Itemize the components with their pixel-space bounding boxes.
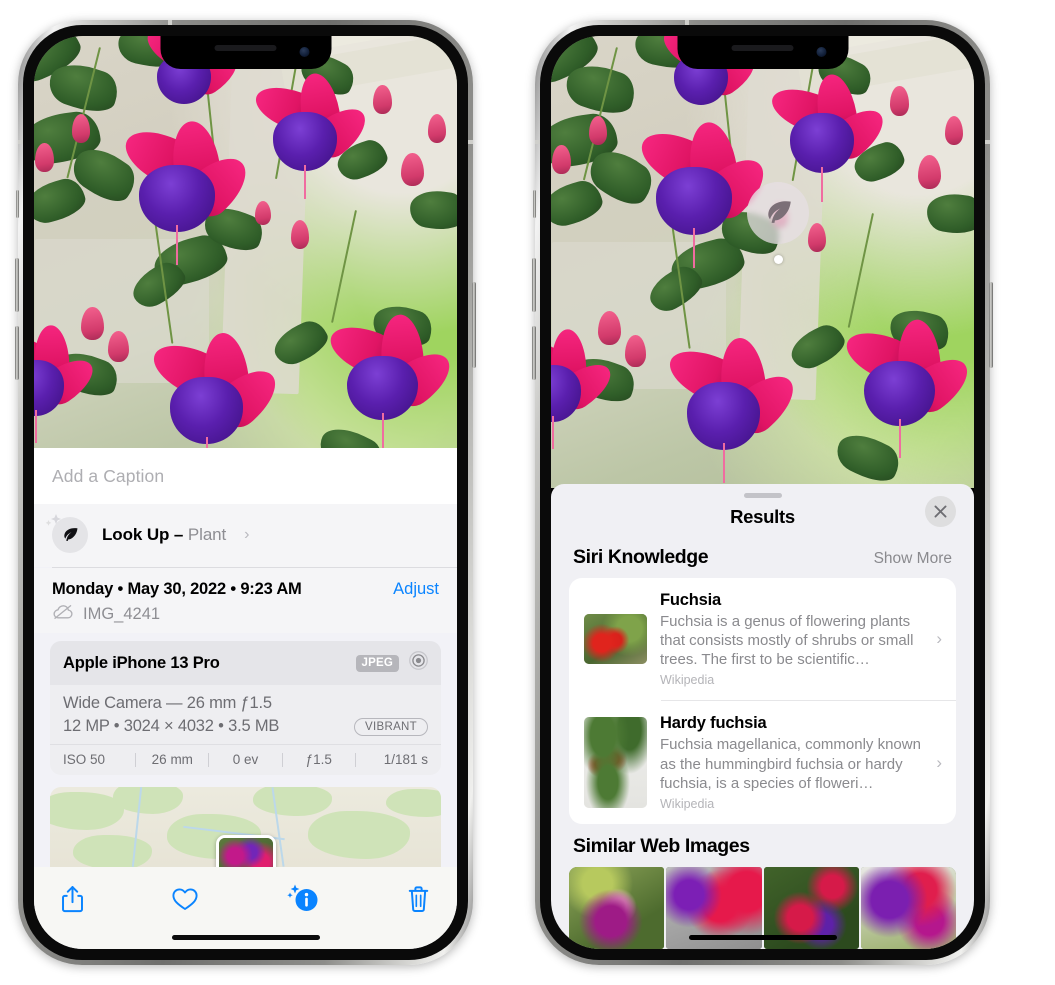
- device-bezel: Results Siri Knowledge Show More Fuchsia…: [540, 25, 985, 960]
- iphone-right-device: Results Siri Knowledge Show More Fuchsia…: [532, 20, 993, 965]
- look-up-row[interactable]: Look Up – Plant ›: [34, 504, 457, 567]
- exif-iso: ISO 50: [63, 752, 106, 767]
- fuchsia-photo: [34, 36, 457, 481]
- antenna-line: [985, 140, 990, 144]
- front-camera-icon: [816, 47, 826, 57]
- device-bezel: Add a Caption Look Up – Plant › Monday •…: [23, 25, 468, 960]
- similar-web-images-title: Similar Web Images: [573, 835, 750, 857]
- earpiece-speaker: [731, 45, 794, 51]
- device-notch: [677, 36, 848, 69]
- photo-viewer[interactable]: [551, 36, 974, 488]
- knowledge-item-hardy-fuchsia[interactable]: Hardy fuchsia Fuchsia magellanica, commo…: [569, 701, 956, 824]
- flower: [116, 118, 258, 265]
- format-badge: JPEG: [355, 654, 399, 672]
- device-screen: Results Siri Knowledge Show More Fuchsia…: [551, 36, 974, 949]
- photo-metadata: Monday • May 30, 2022 • 9:23 AM Adjust I…: [34, 568, 457, 633]
- volume-down-button[interactable]: [15, 326, 19, 380]
- camera-info-card: Apple iPhone 13 Pro JPEG Wide Camera — 2…: [50, 641, 441, 775]
- aperture-icon: [408, 650, 429, 676]
- results-title: Results: [730, 505, 795, 527]
- knowledge-thumbnail: [584, 717, 647, 809]
- photographic-style-badge: VIBRANT: [354, 717, 428, 736]
- heart-icon[interactable]: [171, 886, 199, 912]
- photo-viewer[interactable]: [34, 36, 457, 481]
- photo-filename: IMG_4241: [83, 605, 161, 623]
- knowledge-description: Fuchsia magellanica, commonly known as t…: [660, 736, 921, 792]
- knowledge-thumbnail: [584, 614, 647, 665]
- knowledge-item-fuchsia[interactable]: Fuchsia Fuchsia is a genus of flowering …: [569, 578, 956, 701]
- camera-device-name: Apple iPhone 13 Pro: [63, 653, 220, 672]
- iphone-left-device: Add a Caption Look Up – Plant › Monday •…: [15, 20, 476, 965]
- earpiece-speaker: [214, 45, 277, 51]
- trash-icon[interactable]: [406, 884, 431, 914]
- image-size-info: 12 MP • 3024 × 4032 • 3.5 MB: [63, 717, 280, 735]
- similar-web-images-header: Similar Web Images: [551, 824, 974, 867]
- antenna-line: [685, 20, 689, 25]
- leaf-icon: [768, 201, 791, 223]
- siri-knowledge-card: Fuchsia Fuchsia is a genus of flowering …: [569, 577, 956, 824]
- siri-knowledge-title: Siri Knowledge: [573, 545, 709, 568]
- lookup-anchor-dot: [773, 255, 783, 264]
- similar-image-1[interactable]: [569, 867, 665, 949]
- power-button[interactable]: [472, 282, 476, 368]
- exif-row: ISO 50 26 mm 0 ev ƒ1.5 1/181 s: [50, 744, 441, 775]
- exif-focal: 26 mm: [151, 752, 193, 767]
- look-up-label: Look Up – Plant: [102, 525, 226, 545]
- screenshot-canvas: Add a Caption Look Up – Plant › Monday •…: [0, 0, 1055, 985]
- volume-down-button[interactable]: [532, 326, 536, 380]
- caption-field[interactable]: Add a Caption: [34, 448, 457, 504]
- knowledge-source: Wikipedia: [660, 797, 715, 811]
- sparkles-icon: [43, 512, 65, 539]
- siri-knowledge-header: Siri Knowledge Show More: [551, 540, 974, 578]
- silent-switch[interactable]: [16, 190, 19, 218]
- volume-up-button[interactable]: [15, 258, 19, 312]
- visual-lookup-results-sheet: Results Siri Knowledge Show More Fuchsia…: [551, 483, 974, 949]
- exif-aperture: ƒ1.5: [305, 752, 332, 767]
- device-notch: [160, 36, 331, 69]
- chevron-right-icon: ›: [936, 629, 942, 649]
- show-more-button[interactable]: Show More: [874, 550, 952, 568]
- adjust-button[interactable]: Adjust: [393, 580, 439, 599]
- antenna-line: [168, 20, 172, 25]
- home-indicator[interactable]: [688, 935, 837, 940]
- volume-up-button[interactable]: [532, 258, 536, 312]
- knowledge-description: Fuchsia is a genus of flowering plants t…: [660, 612, 914, 669]
- exif-shutter: 1/181 s: [383, 752, 429, 767]
- antenna-line: [535, 140, 540, 144]
- location-pin-thumbnail: [215, 835, 276, 867]
- chevron-right-icon: ›: [244, 526, 250, 543]
- photo-info-sheet: Add a Caption Look Up – Plant › Monday •…: [34, 448, 457, 949]
- knowledge-source: Wikipedia: [660, 673, 715, 688]
- caption-placeholder: Add a Caption: [52, 466, 165, 486]
- home-indicator[interactable]: [171, 935, 320, 940]
- antenna-line: [468, 140, 473, 144]
- power-button[interactable]: [989, 282, 993, 368]
- location-map[interactable]: [50, 787, 441, 867]
- front-camera-icon: [299, 47, 309, 57]
- cloud-slash-icon: [52, 604, 74, 625]
- look-up-subject: Plant: [187, 525, 227, 544]
- exif-ev: 0 ev: [232, 752, 259, 767]
- knowledge-title: Fuchsia: [660, 590, 721, 609]
- visual-lookup-badge[interactable]: [747, 182, 809, 264]
- close-icon[interactable]: [925, 495, 956, 527]
- chevron-right-icon: ›: [936, 752, 942, 772]
- antenna-line: [18, 140, 23, 144]
- photo-date: Monday • May 30, 2022 • 9:23 AM: [52, 580, 302, 598]
- look-up-prefix: Look Up –: [102, 525, 188, 544]
- similar-image-4[interactable]: [860, 867, 956, 949]
- info-sparkle-icon[interactable]: [286, 883, 320, 915]
- knowledge-title: Hardy fuchsia: [660, 714, 767, 733]
- share-icon[interactable]: [60, 884, 85, 914]
- lens-info: Wide Camera — 26 mm ƒ1.5: [63, 694, 272, 712]
- device-screen: Add a Caption Look Up – Plant › Monday •…: [34, 36, 457, 949]
- silent-switch[interactable]: [533, 190, 536, 218]
